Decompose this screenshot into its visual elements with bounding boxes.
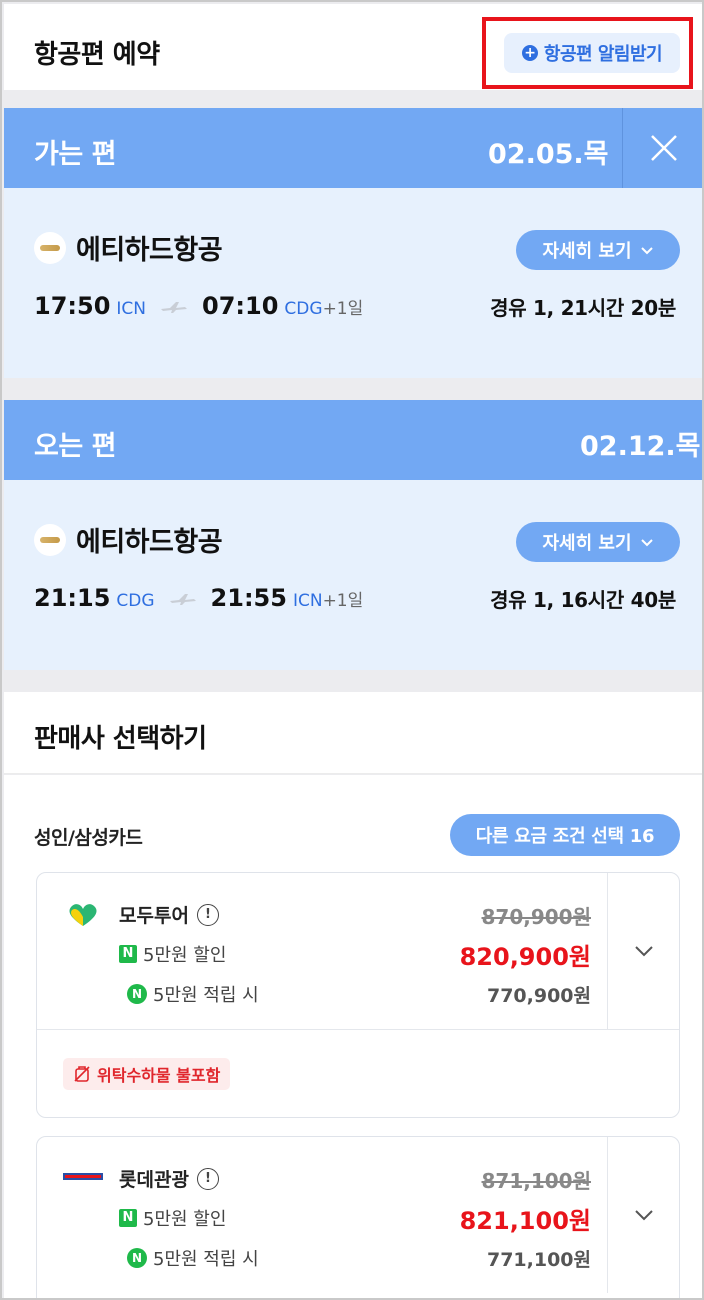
seller-section-title: 판매사 선택하기 [34, 724, 207, 754]
point-price: 771,100원 [486, 1249, 591, 1271]
original-price: 871,100원 [481, 1169, 592, 1193]
airplane-icon [161, 302, 188, 313]
flight-alert-label: 항공편 알림받기 [543, 44, 663, 65]
app-frame: 항공편 예약 + 항공편 알림받기 가는 편 02.05.목 에티하드항공 자세… [0, 0, 704, 1300]
luggage-icon [74, 1066, 90, 1082]
etihad-logo-icon [34, 523, 66, 556]
flight-alert-button[interactable]: + 항공편 알림받기 [504, 33, 680, 73]
outbound-detail-button[interactable]: 자세히 보기 [516, 230, 680, 270]
seller-card-main: 모두투어 ! N 5만원 할인 N 5만원 적립 시 870,900원 820,… [37, 873, 679, 1029]
outbound-header: 가는 편 02.05.목 [4, 108, 702, 188]
discount-label: 5만원 할인 [143, 945, 227, 966]
chevron-down-icon [640, 247, 653, 255]
seller-card-footer: 위탁수하물 불포함 [37, 1029, 679, 1117]
inbound-duration: 경유 1, 16시간 40분 [490, 588, 676, 612]
inbound-detail-label: 자세히 보기 [542, 533, 632, 554]
naver-point: N 5만원 적립 시 [127, 981, 259, 1007]
page-title: 항공편 예약 [34, 40, 160, 70]
outbound-detail-label: 자세히 보기 [542, 241, 632, 262]
outbound-depart-time: 17:50 [34, 292, 111, 320]
discount-label: 5만원 할인 [143, 1209, 227, 1230]
seller-name: 롯데관광 ! [119, 1165, 219, 1192]
inbound-airline-name: 에티하드항공 [76, 527, 223, 558]
seller-list: 성인/삼성카드 다른 요금 조건 선택 16 모두투어 ! N 5만원 할인 N [4, 775, 702, 1298]
naver-n-icon: N [119, 1209, 137, 1227]
point-label: 5만원 적립 시 [153, 1249, 259, 1270]
seller-card[interactable]: 롯데관광 ! N 5만원 할인 N 5만원 적립 시 871,100원 821,… [36, 1136, 680, 1298]
outbound-day-offset: +1일 [322, 299, 364, 319]
naver-discount: N 5만원 할인 [119, 1205, 226, 1231]
outbound-airline-name: 에티하드항공 [76, 235, 223, 266]
outbound-airline: 에티하드항공 [34, 228, 223, 267]
inbound-airline: 에티하드항공 [34, 520, 223, 559]
inbound-depart-time: 21:15 [34, 584, 111, 612]
naver-point-icon: N [127, 1248, 147, 1268]
info-icon[interactable]: ! [196, 903, 219, 926]
info-icon[interactable]: ! [196, 1167, 219, 1190]
other-fare-button[interactable]: 다른 요금 조건 선택 16 [450, 814, 680, 856]
inbound-depart-code: CDG [116, 591, 155, 611]
fare-condition-label: 성인/삼성카드 [34, 827, 143, 849]
outbound-date: 02.05.목 [488, 139, 609, 170]
point-price: 770,900원 [486, 985, 591, 1007]
outbound-depart-code: ICN [116, 299, 147, 319]
inbound-flight-card: 에티하드항공 자세히 보기 21:15 CDG 21:55 ICN +1일 경유… [4, 480, 702, 670]
modetour-logo-icon [69, 904, 97, 926]
chevron-down-icon [640, 539, 653, 547]
inbound-label: 오는 편 [34, 431, 116, 462]
outbound-duration: 경유 1, 21시간 20분 [490, 296, 676, 320]
outbound-label: 가는 편 [34, 139, 116, 170]
seller-name-text: 롯데관광 [119, 1169, 189, 1191]
inbound-date: 02.12.목 [580, 431, 701, 462]
plus-circle-icon: + [521, 45, 538, 61]
inbound-schedule: 21:15 CDG 21:55 ICN +1일 [34, 584, 363, 612]
chevron-down-icon [634, 1210, 653, 1221]
outbound-arrive-time: 07:10 [202, 292, 279, 320]
outbound-flight-card: 에티하드항공 자세히 보기 17:50 ICN 07:10 CDG +1일 경유… [4, 188, 702, 378]
original-price: 870,900원 [481, 905, 592, 929]
inbound-arrive-time: 21:55 [210, 584, 287, 612]
sale-price: 820,900원 [459, 943, 591, 971]
naver-point: N 5만원 적립 시 [127, 1245, 259, 1271]
inbound-day-offset: +1일 [322, 591, 364, 611]
naver-discount: N 5만원 할인 [119, 941, 226, 967]
point-label: 5만원 적립 시 [153, 985, 259, 1006]
page-header: 항공편 예약 + 항공편 알림받기 [4, 4, 702, 90]
outbound-arrive-code: CDG [284, 299, 323, 319]
baggage-tag: 위탁수하물 불포함 [63, 1058, 231, 1090]
expand-button[interactable] [607, 1137, 679, 1293]
seller-section-header: 판매사 선택하기 [4, 692, 702, 774]
naver-n-icon: N [119, 945, 137, 963]
seller-card[interactable]: 모두투어 ! N 5만원 할인 N 5만원 적립 시 870,900원 820,… [36, 872, 680, 1118]
close-icon [650, 135, 677, 161]
inbound-detail-button[interactable]: 자세히 보기 [516, 522, 680, 562]
seller-name-text: 모두투어 [119, 905, 189, 927]
inbound-header: 오는 편 02.12.목 [4, 400, 702, 480]
close-button[interactable] [622, 108, 702, 188]
inbound-arrive-code: ICN [292, 591, 323, 611]
highlight-box: + 항공편 알림받기 [482, 17, 693, 89]
chevron-down-icon [634, 946, 653, 957]
naver-point-icon: N [127, 984, 147, 1004]
airplane-icon [169, 594, 196, 605]
etihad-logo-icon [34, 231, 66, 264]
outbound-schedule: 17:50 ICN 07:10 CDG +1일 [34, 292, 363, 320]
seller-card-main: 롯데관광 ! N 5만원 할인 N 5만원 적립 시 871,100원 821,… [37, 1137, 679, 1293]
lotte-tour-logo-icon [63, 1173, 103, 1180]
sale-price: 821,100원 [459, 1207, 591, 1235]
baggage-tag-text: 위탁수하물 불포함 [97, 1066, 221, 1085]
expand-button[interactable] [607, 873, 679, 1029]
seller-name: 모두투어 ! [119, 901, 219, 928]
